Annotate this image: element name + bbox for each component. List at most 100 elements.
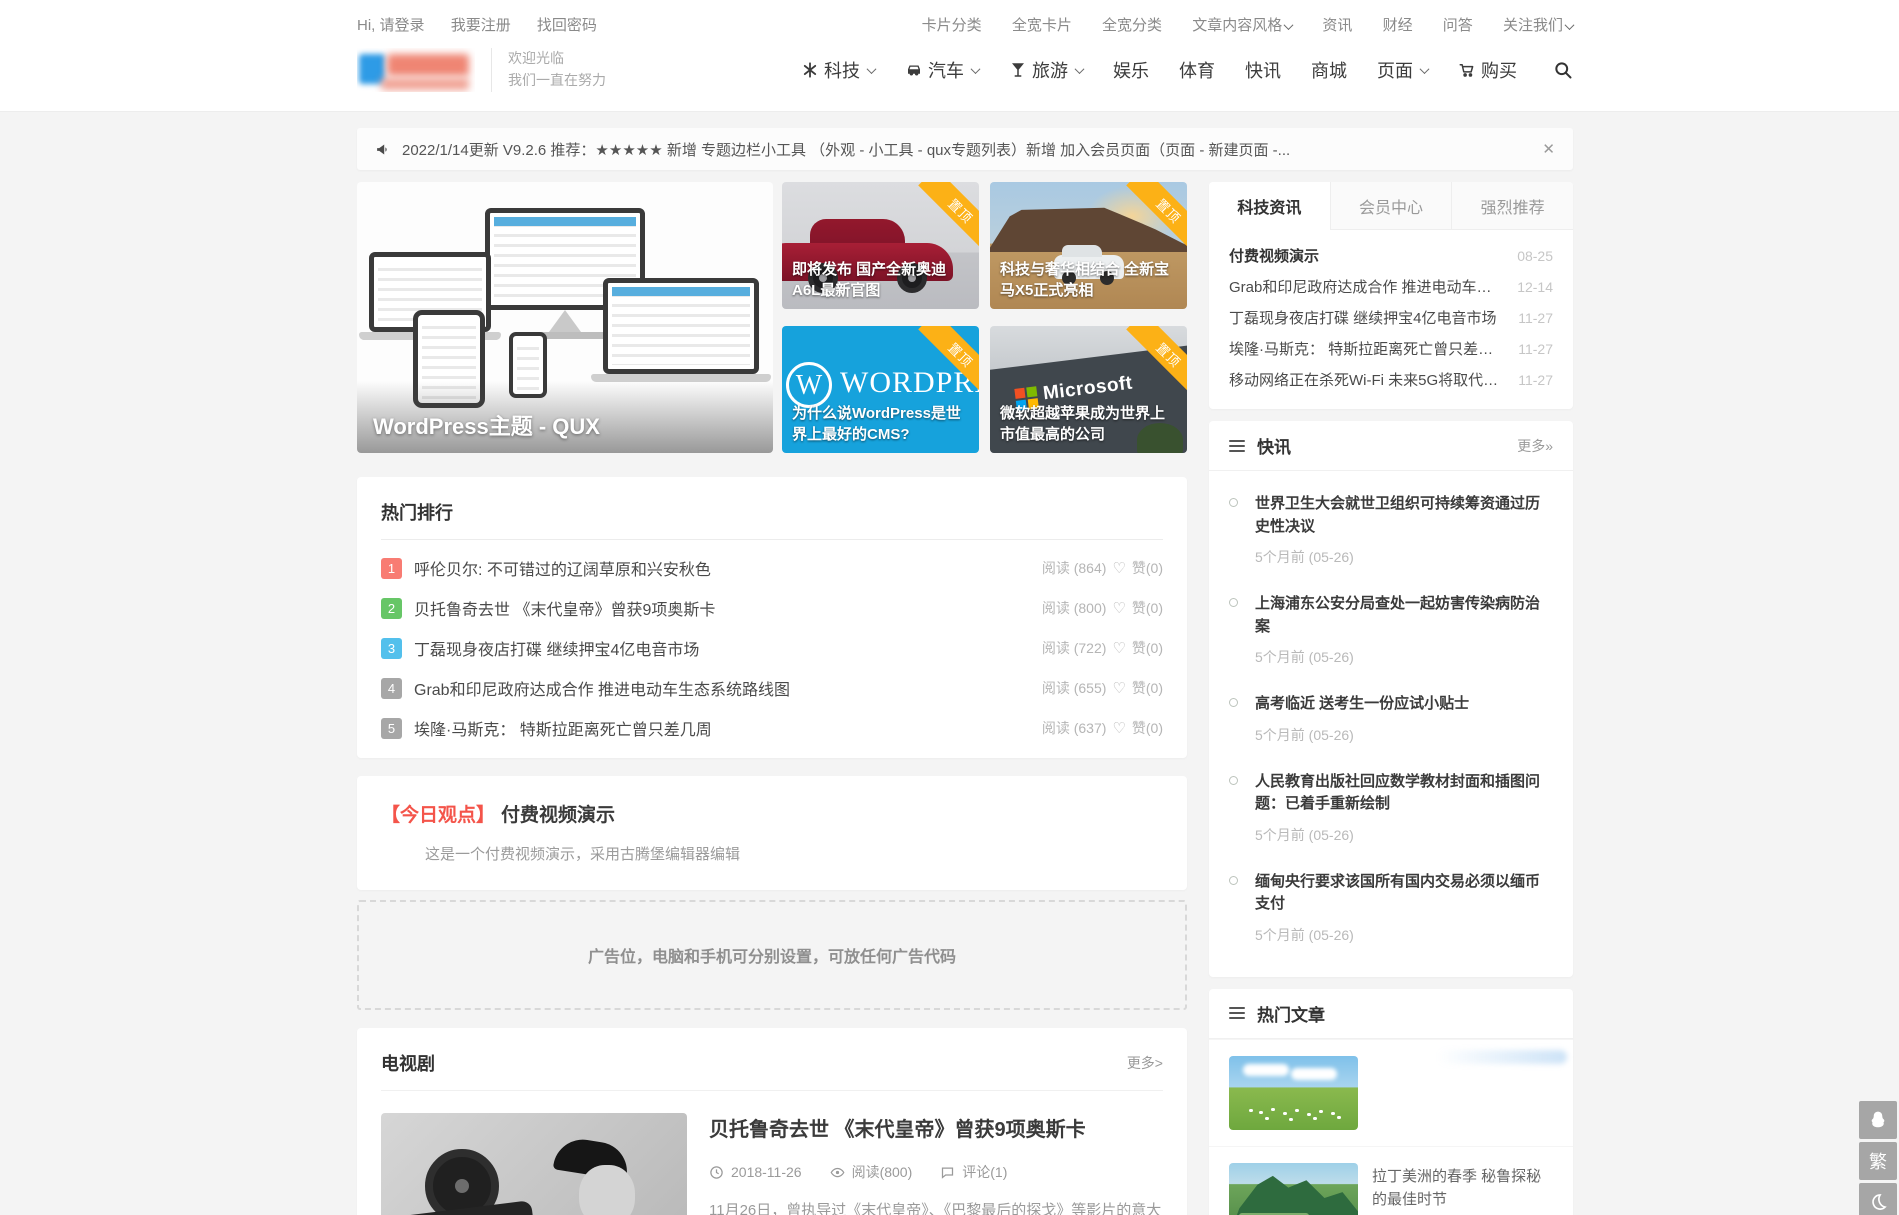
hot-article-thumbnail[interactable] [1229, 1162, 1358, 1215]
feature-card-audi[interactable]: 置顶 即将发布 国产全新奥迪A6L最新官图 [782, 182, 979, 309]
rank-row: 4 Grab和印尼政府达成合作 推进电动车生态系统路线图 阅读 (655) ♡ 赞(… [381, 676, 1163, 700]
article-thumbnail[interactable] [381, 1113, 687, 1215]
feature-card-wordpress[interactable]: W WORDPRE 置顶 为什么说WordPress是世界上最好的CMS? [782, 326, 979, 453]
cocktail-icon [1012, 63, 1024, 77]
feature-card-microsoft[interactable]: Microsoft 置顶 微软超越苹果成为世界上市值最高的公司 [990, 326, 1187, 453]
qq-contact-button[interactable] [1859, 1101, 1897, 1139]
article-title-link[interactable]: 贝托鲁奇去世 《末代皇帝》曾获9项奥斯卡 [709, 1113, 1163, 1142]
news-item-date: 5个月前 (05-26) [1255, 726, 1354, 743]
news-item-link[interactable]: 上海浦东公安分局查处一起妨害传染病防治案 [1255, 593, 1553, 638]
sidebar-article-link[interactable]: 付费视频演示 [1229, 245, 1319, 266]
topbar-link-fullwidth-card[interactable]: 全宽卡片 [1012, 17, 1072, 34]
read-count: 阅读 (800) [1041, 600, 1107, 616]
heart-icon[interactable]: ♡ [1112, 599, 1125, 617]
nav-item-car[interactable]: 汽车 [905, 57, 981, 83]
nav-item-buy[interactable]: 购买 [1458, 57, 1517, 83]
topbar-link-card-category[interactable]: 卡片分类 [922, 17, 982, 34]
sidebar-article-date: 11-27 [1518, 309, 1553, 326]
topbar-link-article-style[interactable]: 文章内容风格 [1192, 17, 1294, 34]
rank-row: 1 呼伦贝尔: 不可错过的辽阔草原和兴安秋色 阅读 (864) ♡ 赞(0) [381, 556, 1163, 580]
topbar-account-links: Hi, 请登录 我要注册 找回密码 [357, 14, 619, 35]
heart-icon[interactable]: ♡ [1112, 559, 1125, 577]
heart-icon[interactable]: ♡ [1112, 639, 1125, 657]
topbar-link-finance[interactable]: 财经 [1383, 17, 1413, 34]
chevron-down-icon [970, 63, 981, 74]
heart-icon[interactable]: ♡ [1112, 679, 1125, 697]
header-row: 欢迎光临 我们一直在努力 科技 汽车 旅游 娱乐 体育 快讯 商城 页面 购买 [357, 35, 1573, 111]
nav-item-sports[interactable]: 体育 [1179, 57, 1215, 83]
heart-icon[interactable]: ♡ [1112, 719, 1125, 737]
timeline-dot-icon [1229, 775, 1238, 785]
sticky-ribbon: 置顶 [895, 326, 979, 410]
flash-news-more-link[interactable]: 更多» [1517, 436, 1553, 456]
grassland-art [1229, 1055, 1358, 1130]
chevron-down-icon [1419, 63, 1430, 74]
flash-news-widget: 快讯 更多» 世界卫生大会就世卫组织可持续筹资通过历史性决议 5个月前 (05-… [1209, 421, 1573, 977]
like-count: 赞(0) [1131, 680, 1163, 696]
sticky-ribbon: 置顶 [895, 182, 979, 266]
news-item-link[interactable]: 世界卫生大会就世卫组织可持续筹资通过历史性决议 [1255, 493, 1553, 538]
sidebar-article-date: 11-27 [1518, 340, 1553, 357]
dark-mode-button[interactable] [1859, 1183, 1897, 1215]
today-spotlight-widget: 【今日观点】 付费视频演示 这是一个付费视频演示，采用古腾堡编辑器编辑 [357, 776, 1187, 890]
news-item-link[interactable]: 人民教育出版社回应数学教材封面和插图问题：已着手重新绘制 [1255, 771, 1553, 816]
news-item-date: 5个月前 (05-26) [1255, 549, 1354, 565]
rank-badge: 2 [381, 597, 402, 619]
news-item: 高考临近 送考生一份应试小贴士 5个月前 (05-26) [1229, 693, 1553, 745]
hot-article-thumbnail[interactable] [1229, 1055, 1358, 1130]
list-item: 付费视频演示 08-25 [1229, 240, 1553, 271]
news-item-link[interactable]: 高考临近 送考生一份应试小贴士 [1255, 693, 1553, 716]
slider-caption: WordPress主题 - QUX [373, 414, 600, 439]
sidebar-article-date: 11-27 [1518, 371, 1553, 388]
rank-article-link[interactable]: 埃隆·马斯克： 特斯拉距离死亡曾只差几周 [414, 716, 712, 740]
tab-strong-recommend[interactable]: 强烈推荐 [1451, 182, 1573, 230]
reset-password-link[interactable]: 找回密码 [537, 17, 597, 34]
timeline-dot-icon [1229, 698, 1238, 707]
traditional-chinese-button[interactable]: 繁 [1859, 1142, 1897, 1180]
tab-tech-news[interactable]: 科技资讯 [1209, 182, 1330, 230]
clock-icon [710, 1165, 723, 1179]
nav-item-pages[interactable]: 页面 [1377, 57, 1430, 83]
feature-card-bmw[interactable]: 置顶 科技与奢华相结合 全新宝马X5正式亮相 [990, 182, 1187, 309]
ad-placeholder-text: 广告位，电脑和手机可分别设置，可放任何广告代码 [587, 949, 956, 966]
site-header: Hi, 请登录 我要注册 找回密码 卡片分类 全宽卡片 全宽分类 文章内容风格 … [0, 0, 1899, 112]
news-item-link[interactable]: 缅甸央行要求该国所有国内交易必须以缅币支付 [1255, 871, 1553, 916]
tab-member-center[interactable]: 会员中心 [1329, 182, 1452, 230]
main-content: WordPress主题 - QUX 置顶 即将发布 国产全新奥迪A6L最新官图 [357, 182, 1573, 1215]
rank-article-link[interactable]: 呼伦贝尔: 不可错过的辽阔草原和兴安秋色 [414, 556, 711, 580]
featured-slider[interactable]: WordPress主题 - QUX [357, 182, 773, 453]
nav-item-entertainment[interactable]: 娱乐 [1113, 57, 1149, 83]
close-icon[interactable]: ✕ [1542, 140, 1555, 158]
nav-item-flash-news[interactable]: 快讯 [1245, 57, 1281, 83]
today-article-link[interactable]: 付费视频演示 [501, 805, 615, 826]
login-link[interactable]: Hi, 请登录 [357, 17, 425, 34]
topbar-link-fullwidth-category[interactable]: 全宽分类 [1102, 17, 1162, 34]
ad-placeholder[interactable]: 广告位，电脑和手机可分别设置，可放任何广告代码 [357, 900, 1187, 1010]
sidebar-article-link[interactable]: Grab和印尼政府达成合作 推进电动车生态系统路线图 [1229, 276, 1505, 297]
nav-item-tech[interactable]: 科技 [801, 57, 877, 83]
rank-article-link[interactable]: 贝托鲁奇去世 《末代皇帝》曾获9项奥斯卡 [414, 596, 715, 620]
search-button[interactable] [1553, 60, 1573, 80]
sticky-ribbon: 置顶 [1103, 326, 1187, 410]
timeline-dot-icon [1229, 598, 1238, 607]
sidebar-article-link[interactable]: 埃隆·马斯克： 特斯拉距离死亡曾只差几周 [1229, 338, 1506, 359]
sidebar-article-link[interactable]: 丁磊现身夜店打碟 继续押宝4亿电音市场 [1229, 307, 1497, 328]
hot-ranking-title: 热门排行 [381, 499, 1163, 540]
nav-item-travel[interactable]: 旅游 [1009, 57, 1085, 83]
today-tag: 【今日观点】 [381, 805, 496, 826]
rank-article-link[interactable]: Grab和印尼政府达成合作 推进电动车生态系统路线图 [414, 676, 790, 700]
topbar-link-news[interactable]: 资讯 [1322, 17, 1352, 34]
announcement-text[interactable]: 2022/1/14更新 V9.2.6 推荐：★★★★★ 新增 专题边栏小工具 （… [402, 139, 1542, 160]
nav-item-shop[interactable]: 商城 [1311, 57, 1347, 83]
rank-article-link[interactable]: 丁磊现身夜店打碟 继续押宝4亿电音市场 [414, 636, 699, 660]
tv-more-link[interactable]: 更多> [1127, 1053, 1163, 1073]
flash-news-list: 世界卫生大会就世卫组织可持续筹资通过历史性决议 5个月前 (05-26) 上海浦… [1209, 471, 1573, 977]
news-item-date: 5个月前 (05-26) [1255, 649, 1354, 665]
topbar-link-follow-us[interactable]: 关注我们 [1503, 17, 1575, 34]
site-logo[interactable] [357, 48, 475, 92]
sidebar-article-link[interactable]: 移动网络正在杀死Wi-Fi 未来5G将取代宽带？ [1229, 369, 1506, 390]
register-link[interactable]: 我要注册 [451, 17, 511, 34]
hot-article-link[interactable]: 拉丁美洲的春季 秘鲁探秘的最佳时节 [1372, 1165, 1553, 1212]
hot-article-row: 拉丁美洲的春季 秘鲁探秘的最佳时节 2018-06-06评论(3) [1209, 1145, 1573, 1215]
topbar-link-qa[interactable]: 问答 [1443, 17, 1473, 34]
